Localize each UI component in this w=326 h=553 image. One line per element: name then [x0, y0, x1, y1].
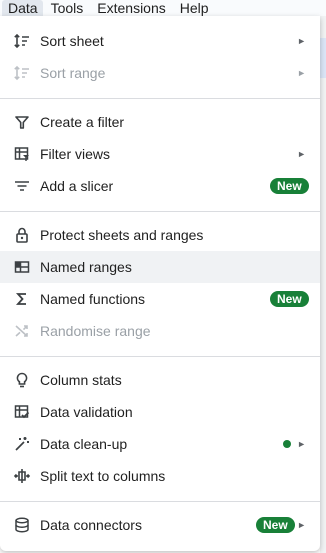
menubar-help[interactable]: Help: [172, 0, 215, 16]
submenu-arrow-icon: ►: [297, 36, 306, 46]
menu-item-create-filter[interactable]: Create a filter: [0, 106, 320, 138]
menu-divider: [0, 98, 320, 99]
menu-item-sort-sheet[interactable]: Sort sheet ►: [0, 25, 320, 57]
menu-item-label: Add a slicer: [40, 178, 114, 194]
background-selection: [320, 38, 326, 78]
menu-item-label: Protect sheets and ranges: [40, 227, 204, 243]
database-icon: [13, 516, 31, 534]
new-badge: New: [270, 178, 309, 194]
menubar-data[interactable]: Data: [2, 0, 43, 16]
menu-item-data-validation[interactable]: Data validation: [0, 396, 320, 428]
split-columns-icon: [13, 467, 31, 485]
background-sheet-edge: [320, 16, 326, 553]
submenu-arrow-icon: ►: [297, 520, 306, 530]
menubar-extensions[interactable]: Extensions: [89, 0, 171, 16]
menu-item-label: Data clean-up: [40, 436, 128, 452]
menu-item-label: Sort sheet: [40, 33, 104, 49]
shuffle-icon: [13, 322, 31, 340]
menu-item-protect[interactable]: Protect sheets and ranges: [0, 219, 320, 251]
menu-divider: [0, 501, 320, 502]
menu-item-sort-range[interactable]: Sort range ►: [0, 57, 320, 89]
data-menu: Sort sheet ► Sort range ► Create a filte…: [0, 16, 320, 551]
status-dot-indicator: [283, 440, 291, 448]
new-badge: New: [270, 291, 309, 307]
sigma-icon: [13, 290, 31, 308]
new-badge: New: [256, 517, 295, 533]
sort-icon: [13, 32, 31, 50]
validation-checklist-icon: [13, 403, 31, 421]
menu-item-label: Column stats: [40, 372, 122, 388]
submenu-arrow-icon: ►: [297, 68, 306, 78]
menu-item-label: Split text to columns: [40, 468, 166, 484]
magic-wand-icon: [13, 435, 31, 453]
menu-item-data-cleanup[interactable]: Data clean-up ►: [0, 428, 320, 460]
menu-item-label: Create a filter: [40, 114, 125, 130]
lock-icon: [13, 226, 31, 244]
menu-item-label: Data validation: [40, 404, 133, 420]
menu-item-named-functions[interactable]: Named functions New: [0, 283, 320, 315]
lightbulb-icon: [13, 371, 31, 389]
submenu-arrow-icon: ►: [297, 439, 306, 449]
menu-item-label: Randomise range: [40, 323, 151, 339]
menu-item-label: Data connectors: [40, 517, 142, 533]
menu-item-randomise-range[interactable]: Randomise range: [0, 315, 320, 347]
menu-item-label: Named functions: [40, 291, 146, 307]
menu-item-label: Named ranges: [40, 259, 132, 275]
filter-views-grid-icon: [13, 145, 31, 163]
submenu-arrow-icon: ►: [297, 149, 306, 159]
menu-item-label: Filter views: [40, 146, 111, 162]
menu-item-filter-views[interactable]: Filter views ►: [0, 138, 320, 170]
menu-item-column-stats[interactable]: Column stats: [0, 364, 320, 396]
menu-item-named-ranges[interactable]: Named ranges: [0, 251, 320, 283]
menu-item-split-text[interactable]: Split text to columns: [0, 460, 320, 492]
menu-item-label: Sort range: [40, 65, 106, 81]
menubar-tools[interactable]: Tools: [43, 0, 90, 16]
filter-funnel-icon: [13, 113, 31, 131]
menu-item-add-slicer[interactable]: Add a slicer New: [0, 170, 320, 202]
slicer-lines-icon: [13, 177, 31, 195]
menu-bar: Data Tools Extensions Help: [0, 0, 326, 16]
menu-divider: [0, 211, 320, 212]
sort-icon: [13, 64, 31, 82]
menu-item-data-connectors[interactable]: Data connectors New ►: [0, 509, 320, 541]
menu-divider: [0, 356, 320, 357]
table-grid-icon: [13, 258, 31, 276]
